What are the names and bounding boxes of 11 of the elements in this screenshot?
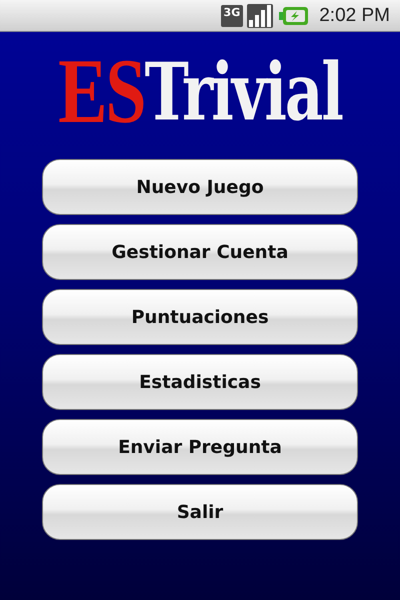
menu-button[interactable]: Gestionar Cuenta [42, 224, 358, 280]
clock-time: 2:02 PM [319, 4, 390, 26]
battery-charging-icon [279, 6, 310, 26]
menu-button[interactable]: Salir [42, 484, 358, 540]
app-logo: ESTrivial [58, 42, 342, 142]
menu-button[interactable]: Estadisticas [42, 354, 358, 410]
menu-button[interactable]: Puntuaciones [42, 289, 358, 345]
menu-button[interactable]: Nuevo Juego [42, 159, 358, 215]
menu-button[interactable]: Enviar Pregunta [42, 419, 358, 475]
network-type-label: 3G [220, 4, 244, 26]
signal-icon [247, 4, 274, 28]
